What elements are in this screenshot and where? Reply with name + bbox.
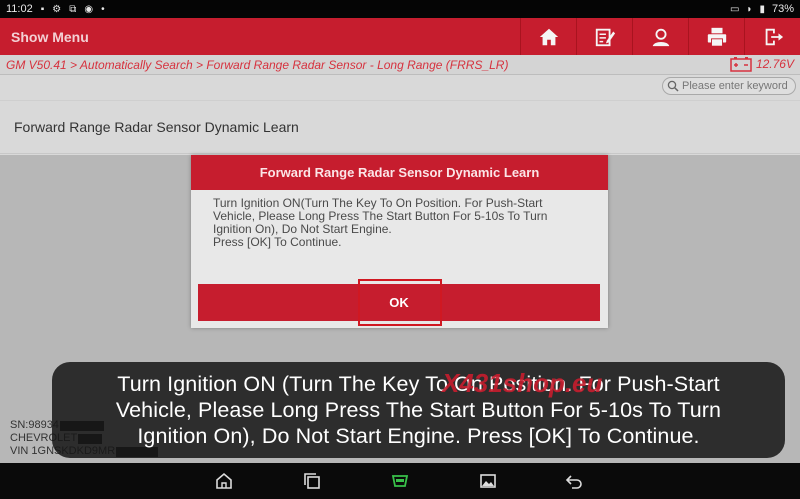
status-time: 11:02	[6, 3, 33, 15]
user-button[interactable]	[632, 18, 688, 55]
nav-recents-button[interactable]	[300, 471, 324, 491]
gallery-button[interactable]	[476, 471, 500, 491]
vci-button[interactable]	[388, 471, 412, 491]
vpn-icon: ◉	[84, 3, 94, 15]
instruction-caption: Turn Ignition ON (Turn The Key To On Pos…	[52, 362, 785, 458]
battery-level: 73%	[771, 3, 794, 15]
voltage-indicator: 12.76V	[730, 56, 794, 72]
caption-line: Vehicle, Please Long Press The Start But…	[115, 398, 722, 422]
notification-icon: ▪	[40, 3, 45, 15]
back-arrow-icon	[565, 475, 582, 489]
car-battery-icon	[730, 57, 752, 72]
exit-button[interactable]	[744, 18, 800, 55]
cast-icon: ⧉	[69, 3, 77, 15]
app-bar: Show Menu	[0, 18, 800, 55]
settings-icon: ⚙	[52, 3, 62, 15]
nav-home-button[interactable]	[212, 471, 236, 491]
dialog-title: Forward Range Radar Sensor Dynamic Learn	[191, 155, 608, 190]
home-icon	[539, 28, 558, 45]
more-dot-icon: •	[101, 3, 105, 15]
search-icon	[667, 80, 679, 92]
nav-back-button[interactable]	[562, 471, 586, 491]
system-nav-bar	[0, 463, 800, 499]
exit-icon	[765, 28, 783, 45]
user-icon	[652, 28, 669, 46]
status-bar: 11:02 ▪ ⚙ ⧉ ◉ • ▭ ◗ ▮ 73%	[0, 0, 800, 18]
caption-line: Turn Ignition ON (Turn The Key To On Pos…	[117, 372, 720, 396]
search-input[interactable]	[679, 80, 791, 92]
list-item-label: Forward Range Radar Sensor Dynamic Learn	[14, 119, 299, 135]
image-icon	[480, 474, 496, 488]
print-button[interactable]	[688, 18, 744, 55]
search-box[interactable]	[662, 77, 796, 95]
breadcrumb-bar: GM V50.41 > Automatically Search > Forwa…	[0, 55, 800, 75]
list-item[interactable]: Forward Range Radar Sensor Dynamic Learn	[0, 100, 800, 154]
dynamic-learn-dialog: Forward Range Radar Sensor Dynamic Learn…	[191, 155, 608, 328]
wifi-icon: ◗	[746, 3, 753, 15]
dialog-line: Press [OK] To Continue.	[213, 235, 342, 249]
report-button[interactable]	[576, 18, 632, 55]
edit-report-icon	[595, 28, 615, 46]
recents-icon	[304, 473, 320, 489]
screen-cast-icon: ▭	[729, 3, 740, 15]
print-icon	[707, 27, 726, 47]
toolbar	[520, 18, 800, 55]
caption-line: Ignition On), Do Not Start Engine. Press…	[137, 424, 700, 448]
voltage-value: 12.76V	[755, 57, 794, 71]
watermark-logo: X431shop.eu	[442, 368, 603, 398]
vci-connector-icon	[391, 475, 409, 487]
home-outline-icon	[216, 472, 232, 489]
ok-button[interactable]: OK	[198, 284, 600, 321]
breadcrumb: GM V50.41 > Automatically Search > Forwa…	[6, 57, 509, 72]
battery-status-icon: ▮	[759, 3, 765, 15]
dialog-message: Turn Ignition ON(Turn The Key To On Posi…	[191, 190, 608, 274]
menu-title[interactable]: Show Menu	[0, 29, 89, 45]
home-button[interactable]	[520, 18, 576, 55]
